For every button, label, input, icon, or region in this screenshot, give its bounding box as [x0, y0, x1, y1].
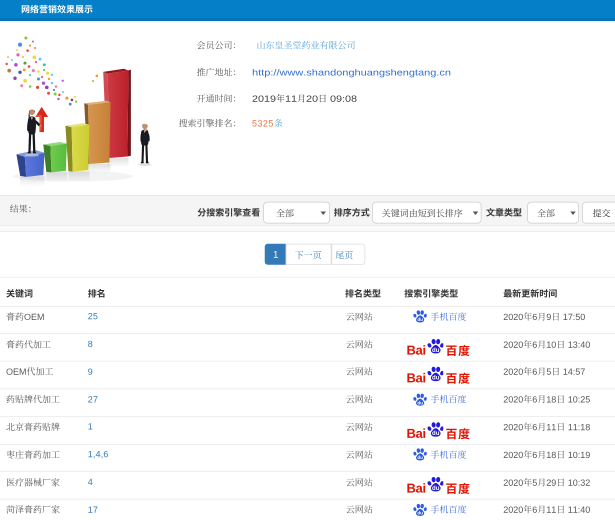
svg-text:du: du	[432, 485, 440, 492]
svg-text:du: du	[417, 511, 423, 516]
svg-text:du: du	[432, 347, 440, 354]
svg-text:du: du	[432, 374, 440, 381]
svg-text:du: du	[417, 400, 423, 405]
svg-text:du: du	[432, 430, 440, 437]
svg-text:du: du	[417, 317, 423, 322]
svg-text:du: du	[417, 455, 423, 460]
